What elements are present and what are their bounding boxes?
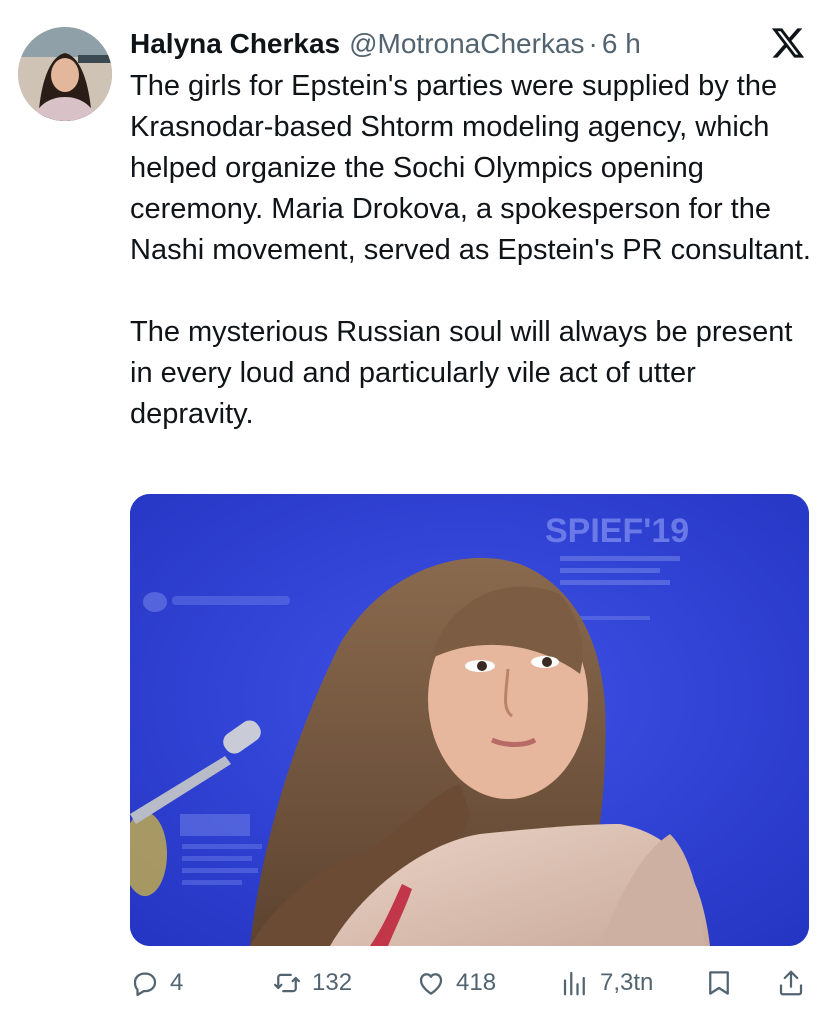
views-count: 7,3tn	[600, 969, 654, 996]
tweet-timestamp[interactable]: 6 h	[602, 28, 641, 60]
author-handle[interactable]: @MotronaCherkas	[349, 28, 584, 60]
like-count: 418	[456, 969, 497, 996]
share-button[interactable]	[776, 962, 806, 1004]
bookmark-button[interactable]	[704, 962, 734, 1004]
views-button[interactable]: 7,3tn	[560, 962, 653, 1004]
avatar-image	[18, 27, 112, 121]
avatar[interactable]	[18, 27, 112, 121]
bookmark-icon	[709, 971, 729, 995]
retweet-count: 132	[312, 969, 353, 996]
share-icon	[779, 970, 803, 996]
like-icon	[419, 973, 443, 995]
reply-button[interactable]: 4	[130, 962, 183, 1004]
author-display-name[interactable]: Halyna Cherkas	[130, 28, 340, 60]
tweet-paragraph: The girls for Epstein's parties were sup…	[130, 70, 811, 266]
reply-count: 4	[170, 969, 184, 996]
tweet-text: The girls for Epstein's parties were sup…	[130, 66, 816, 435]
tweet-header: Halyna Cherkas @MotronaCherkas · 6 h	[130, 22, 808, 66]
like-button[interactable]: 418	[416, 962, 496, 1004]
reply-icon	[133, 972, 157, 996]
tweet-paragraph: The mysterious Russian soul will always …	[130, 316, 793, 430]
retweet-button[interactable]: 132	[272, 962, 352, 1004]
retweet-icon	[274, 973, 300, 993]
x-logo-icon	[770, 25, 806, 61]
tweet-actions: 4 132 418 7,3tn	[130, 962, 810, 1004]
views-icon	[563, 971, 585, 996]
backdrop-text: SPIEF'19	[545, 512, 689, 550]
tweet-media-image[interactable]: SPIEF'19	[130, 494, 809, 946]
separator-dot: ·	[588, 28, 598, 59]
